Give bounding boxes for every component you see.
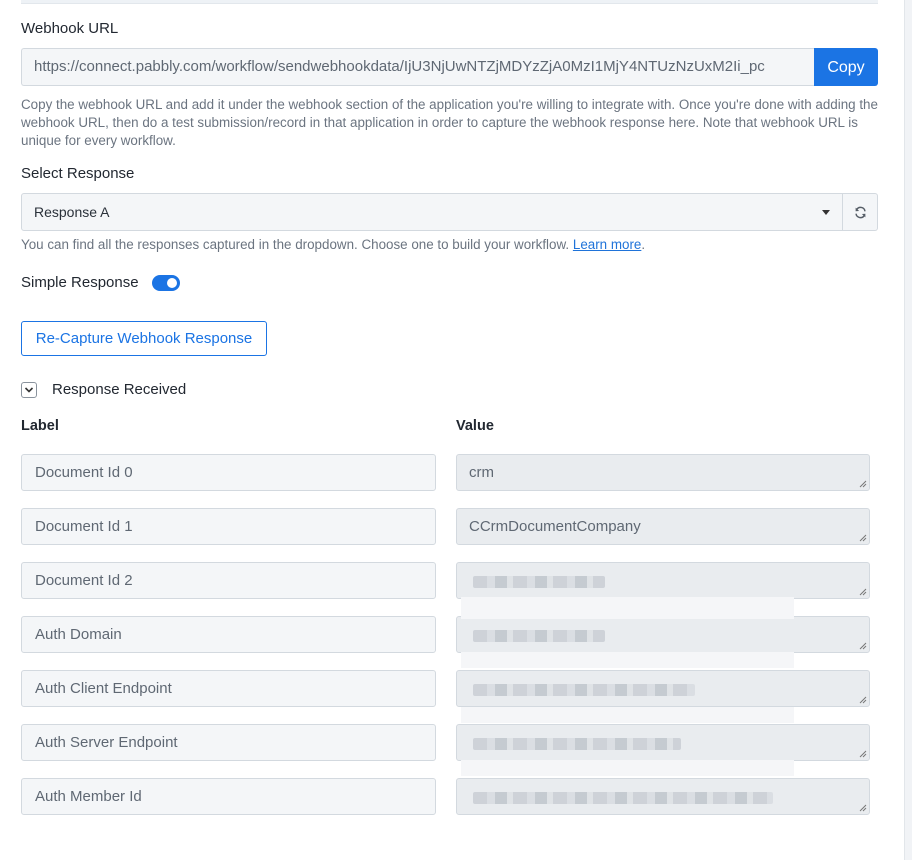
resize-grip-icon — [859, 534, 867, 542]
row-label-field[interactable]: Document Id 0 — [21, 454, 436, 491]
redacted-value — [473, 738, 681, 750]
response-received-label: Response Received — [52, 381, 187, 398]
redacted-value — [473, 576, 605, 588]
toggle-knob — [167, 278, 177, 288]
webhook-help-text: Copy the webhook URL and add it under th… — [21, 97, 878, 148]
simple-response-toggle[interactable] — [152, 275, 180, 291]
resize-grip-icon — [859, 588, 867, 596]
simple-response-label: Simple Response — [21, 274, 139, 291]
select-response-label: Select Response — [21, 165, 135, 182]
recapture-webhook-button[interactable]: Re-Capture Webhook Response — [21, 321, 267, 356]
webhook-url-field[interactable]: https://connect.pabbly.com/workflow/send… — [21, 48, 814, 86]
row-label-field[interactable]: Auth Domain — [21, 616, 436, 653]
collapse-toggle[interactable] — [21, 382, 37, 398]
label-column-header: Label — [21, 418, 59, 434]
response-select[interactable]: Response A — [21, 193, 843, 231]
row-value-field[interactable] — [456, 778, 870, 815]
response-select-value: Response A — [34, 204, 110, 220]
caret-down-icon — [822, 210, 830, 215]
value-column-header: Value — [456, 418, 494, 434]
refresh-button[interactable] — [843, 193, 878, 231]
row-value-text: crm — [469, 464, 494, 481]
copy-button[interactable]: Copy — [814, 48, 878, 86]
row-value-field[interactable] — [456, 724, 870, 761]
chevron-down-icon — [24, 387, 34, 393]
redacted-value — [473, 630, 605, 642]
row-value-field[interactable]: crm — [456, 454, 870, 491]
resize-grip-icon — [859, 642, 867, 650]
top-divider — [21, 0, 878, 4]
row-label-field[interactable]: Auth Member Id — [21, 778, 436, 815]
row-value-field[interactable] — [456, 616, 870, 653]
row-label-field[interactable]: Auth Server Endpoint — [21, 724, 436, 761]
webhook-url-label: Webhook URL — [21, 20, 119, 37]
resize-grip-icon — [859, 696, 867, 704]
row-value-field[interactable]: CCrmDocumentCompany — [456, 508, 870, 545]
refresh-icon — [854, 206, 866, 218]
redacted-value — [473, 684, 695, 696]
resize-grip-icon — [859, 804, 867, 812]
learn-more-link[interactable]: Learn more — [573, 237, 641, 252]
select-response-help: You can find all the responses captured … — [21, 236, 645, 254]
resize-grip-icon — [859, 750, 867, 758]
redacted-value — [473, 792, 773, 804]
select-response-help-text: You can find all the responses captured … — [21, 237, 570, 252]
redaction-mask — [461, 597, 794, 619]
row-label-field[interactable]: Auth Client Endpoint — [21, 670, 436, 707]
redaction-mask — [461, 760, 794, 776]
redaction-mask — [461, 707, 794, 723]
row-label-field[interactable]: Document Id 1 — [21, 508, 436, 545]
scrollbar-track[interactable] — [904, 0, 912, 860]
help-period: . — [641, 237, 646, 252]
row-value-field[interactable] — [456, 562, 870, 599]
redaction-mask — [461, 652, 794, 668]
resize-grip-icon — [859, 480, 867, 488]
row-label-field[interactable]: Document Id 2 — [21, 562, 436, 599]
row-value-field[interactable] — [456, 670, 870, 707]
row-value-text: CCrmDocumentCompany — [469, 518, 641, 535]
